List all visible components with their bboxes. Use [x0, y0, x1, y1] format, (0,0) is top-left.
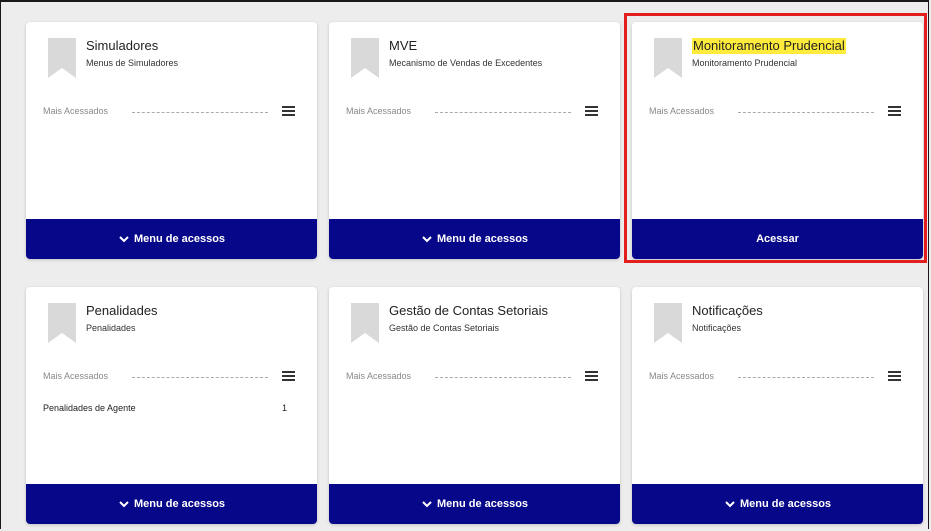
bookmark-icon — [351, 38, 379, 78]
dotted-divider — [132, 107, 268, 113]
card-subtitle: Monitoramento Prudencial — [692, 58, 798, 68]
dotted-divider — [435, 372, 571, 378]
card-title: MVE — [389, 38, 418, 53]
button-label: Menu de acessos — [133, 498, 226, 510]
card-monitoramento-prudencial: Monitoramento Prudencial Monitoramento P… — [632, 22, 923, 259]
card-title: Simuladores — [86, 38, 159, 53]
hamburger-menu-icon[interactable] — [585, 371, 598, 381]
card-header: Simuladores Menus de Simuladores — [48, 38, 178, 78]
most-accessed-label: Mais Acessados — [43, 371, 109, 381]
most-accessed-row: Mais Acessados — [649, 106, 901, 116]
chevron-down-icon — [421, 233, 433, 245]
button-label: Menu de acessos — [436, 233, 529, 245]
card-subtitle: Gestão de Contas Setoriais — [389, 323, 500, 333]
card-header: MVE Mecanismo de Vendas de Excedentes — [351, 38, 542, 78]
card-header: Gestão de Contas Setoriais Gestão de Con… — [351, 303, 548, 343]
card-penalidades: Penalidades Penalidades Mais Acessados P… — [26, 287, 317, 524]
chevron-down-icon — [421, 498, 433, 510]
most-accessed-row: Mais Acessados — [346, 371, 598, 381]
bookmark-icon — [654, 38, 682, 78]
chevron-down-icon — [118, 498, 130, 510]
dotted-divider — [435, 107, 571, 113]
button-label: Acessar — [756, 233, 799, 245]
menu-access-button[interactable]: Menu de acessos — [26, 484, 317, 524]
menu-access-button[interactable]: Menu de acessos — [329, 484, 620, 524]
most-accessed-row: Mais Acessados — [43, 371, 295, 381]
access-button[interactable]: Acessar — [632, 219, 923, 259]
card-subtitle: Menus de Simuladores — [86, 58, 179, 68]
button-label: Menu de acessos — [739, 498, 832, 510]
menu-access-button[interactable]: Menu de acessos — [26, 219, 317, 259]
button-label: Menu de acessos — [133, 233, 226, 245]
dotted-divider — [132, 372, 268, 378]
most-accessed-row: Mais Acessados — [346, 106, 598, 116]
most-accessed-label: Mais Acessados — [346, 106, 412, 116]
most-accessed-label: Mais Acessados — [346, 371, 412, 381]
chevron-down-icon — [118, 233, 130, 245]
dotted-divider — [738, 107, 874, 113]
card-subtitle: Penalidades — [86, 323, 136, 333]
list-item-count: 1 — [281, 403, 287, 413]
menu-access-button[interactable]: Menu de acessos — [329, 219, 620, 259]
most-accessed-label: Mais Acessados — [649, 106, 715, 116]
hamburger-menu-icon[interactable] — [282, 106, 295, 116]
card-header: Monitoramento Prudencial Monitoramento P… — [654, 38, 846, 78]
button-label: Menu de acessos — [436, 498, 529, 510]
card-title: Gestão de Contas Setoriais — [389, 303, 548, 318]
card-mve: MVE Mecanismo de Vendas de Excedentes Ma… — [329, 22, 620, 259]
cards-grid: Simuladores Menus de Simuladores Mais Ac… — [26, 22, 923, 524]
card-gestao-contas-setoriais: Gestão de Contas Setoriais Gestão de Con… — [329, 287, 620, 524]
card-simuladores: Simuladores Menus de Simuladores Mais Ac… — [26, 22, 317, 259]
card-header: Penalidades Penalidades — [48, 303, 158, 343]
bookmark-icon — [351, 303, 379, 343]
card-subtitle: Mecanismo de Vendas de Excedentes — [389, 58, 543, 68]
most-accessed-row: Mais Acessados — [649, 371, 901, 381]
hamburger-menu-icon[interactable] — [282, 371, 295, 381]
card-header: Notificações Notificações — [654, 303, 763, 343]
chevron-down-icon — [724, 498, 736, 510]
card-notificacoes: Notificações Notificações Mais Acessados… — [632, 287, 923, 524]
hamburger-menu-icon[interactable] — [585, 106, 598, 116]
bookmark-icon — [654, 303, 682, 343]
bookmark-icon — [48, 303, 76, 343]
list-item[interactable]: Penalidades de Agente 1 — [43, 403, 287, 413]
most-accessed-label: Mais Acessados — [649, 371, 715, 381]
menu-access-button[interactable]: Menu de acessos — [632, 484, 923, 524]
card-title: Monitoramento Prudencial — [692, 38, 846, 54]
most-accessed-row: Mais Acessados — [43, 106, 295, 116]
hamburger-menu-icon[interactable] — [888, 106, 901, 116]
most-accessed-label: Mais Acessados — [43, 106, 109, 116]
hamburger-menu-icon[interactable] — [888, 371, 901, 381]
bookmark-icon — [48, 38, 76, 78]
list-item-label[interactable]: Penalidades de Agente — [43, 403, 136, 413]
card-title: Notificações — [692, 303, 763, 318]
card-title: Penalidades — [86, 303, 158, 318]
dotted-divider — [738, 372, 874, 378]
card-subtitle: Notificações — [692, 323, 742, 333]
